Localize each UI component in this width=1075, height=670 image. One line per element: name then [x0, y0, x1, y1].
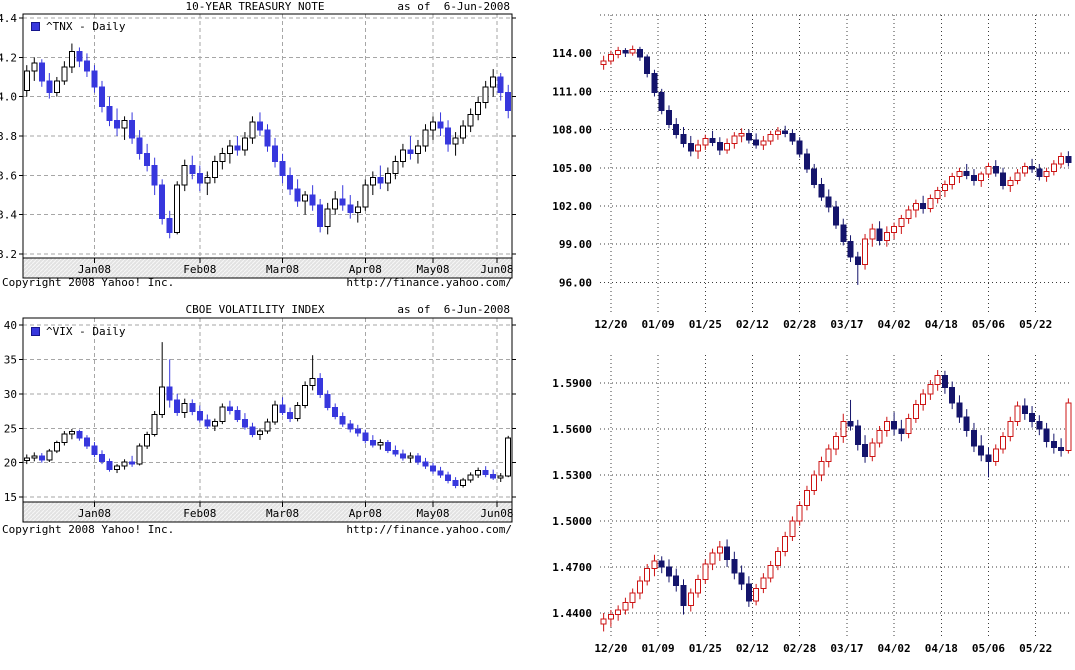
svg-text:96.00: 96.00 [559, 276, 592, 289]
source-url: http://finance.yahoo.com/ [212, 523, 512, 536]
svg-text:1.5300: 1.5300 [552, 469, 592, 482]
svg-text:12/20: 12/20 [594, 642, 627, 655]
svg-text:Apr08: Apr08 [349, 507, 382, 520]
legend-marker-icon [31, 22, 40, 31]
svg-text:12/20: 12/20 [594, 318, 627, 331]
svg-text:Jan08: Jan08 [78, 263, 111, 276]
svg-text:01/25: 01/25 [689, 318, 722, 331]
svg-text:40: 40 [4, 319, 17, 332]
svg-text:Jan08: Jan08 [78, 507, 111, 520]
svg-text:1.4700: 1.4700 [552, 561, 592, 574]
svg-text:35: 35 [4, 353, 17, 366]
svg-text:Mar08: Mar08 [266, 507, 299, 520]
source-url: http://finance.yahoo.com/ [212, 276, 512, 289]
svg-text:02/28: 02/28 [783, 318, 816, 331]
tnx-chart-panel: 4.4 4.2 4.0 3.8 3.6 3.4 3.2 Jan08 Feb08 Mar08 Apr0… [0, 0, 530, 300]
legend-label: ^TNX - Daily [46, 20, 125, 33]
svg-text:114.00: 114.00 [552, 47, 592, 60]
svg-text:25: 25 [4, 422, 17, 435]
svg-text:4.4: 4.4 [0, 12, 17, 25]
svg-text:Mar08: Mar08 [266, 263, 299, 276]
svg-text:01/25: 01/25 [689, 642, 722, 655]
svg-text:Feb08: Feb08 [183, 507, 216, 520]
svg-text:04/18: 04/18 [925, 318, 958, 331]
svg-text:3.4: 3.4 [0, 209, 17, 222]
svg-text:03/17: 03/17 [830, 318, 863, 331]
eurusd-candlestick-plot: 1.5900 1.5600 1.5300 1.5000 1.4700 1.4400 12/2… [530, 335, 1075, 670]
svg-text:04/02: 04/02 [878, 318, 911, 331]
svg-text:05/06: 05/06 [972, 318, 1005, 331]
svg-text:3.8: 3.8 [0, 130, 17, 143]
svg-text:02/12: 02/12 [736, 642, 769, 655]
svg-text:4.0: 4.0 [0, 91, 17, 104]
tnx-candlestick-plot: 4.4 4.2 4.0 3.8 3.6 3.4 3.2 Jan08 Feb08 Mar08 Apr0… [0, 0, 530, 300]
svg-text:02/28: 02/28 [783, 642, 816, 655]
svg-text:May08: May08 [416, 507, 449, 520]
svg-text:1.4400: 1.4400 [552, 607, 592, 620]
vix-candlestick-plot: 40 35 30 25 20 15 Jan08 Feb08 Mar08 Apr08 May08 Jun… [0, 302, 530, 542]
svg-text:99.00: 99.00 [559, 238, 592, 251]
legend-marker-icon [31, 327, 40, 336]
svg-text:108.00: 108.00 [552, 124, 592, 137]
copyright-text: Copyright 2008 Yahoo! Inc. [2, 523, 174, 536]
usdjpy-chart-panel: 114.00 111.00 108.00 105.00 102.00 99.00 96.00… [530, 0, 1075, 335]
svg-text:05/22: 05/22 [1019, 318, 1052, 331]
svg-text:15: 15 [4, 491, 17, 504]
svg-text:30: 30 [4, 388, 17, 401]
svg-text:05/06: 05/06 [972, 642, 1005, 655]
copyright-text: Copyright 2008 Yahoo! Inc. [2, 276, 174, 289]
svg-text:04/18: 04/18 [925, 642, 958, 655]
svg-text:111.00: 111.00 [552, 85, 592, 98]
svg-text:May08: May08 [416, 263, 449, 276]
eurusd-chart-panel: 1.5900 1.5600 1.5300 1.5000 1.4700 1.4400 12/2… [530, 335, 1075, 670]
vix-legend: ^VIX - Daily [31, 325, 125, 338]
svg-text:20: 20 [4, 457, 17, 470]
svg-text:01/09: 01/09 [642, 642, 675, 655]
tnx-legend: ^TNX - Daily [31, 20, 125, 33]
svg-text:05/22: 05/22 [1019, 642, 1052, 655]
svg-text:3.2: 3.2 [0, 248, 17, 261]
vix-chart-panel: 40 35 30 25 20 15 Jan08 Feb08 Mar08 Apr08 May08 Jun… [0, 302, 530, 552]
svg-text:Feb08: Feb08 [183, 263, 216, 276]
svg-text:03/17: 03/17 [830, 642, 863, 655]
svg-text:1.5600: 1.5600 [552, 423, 592, 436]
svg-text:Jun08: Jun08 [480, 263, 513, 276]
as-of-label: as of 6-Jun-2008 [308, 0, 510, 13]
svg-text:Jun08: Jun08 [480, 507, 513, 520]
quad-chart-dashboard: 4.4 4.2 4.0 3.8 3.6 3.4 3.2 Jan08 Feb08 Mar08 Apr0… [0, 0, 1075, 670]
svg-text:3.6: 3.6 [0, 169, 17, 182]
svg-text:02/12: 02/12 [736, 318, 769, 331]
svg-text:Apr08: Apr08 [349, 263, 382, 276]
svg-text:01/09: 01/09 [642, 318, 675, 331]
as-of-label: as of 6-Jun-2008 [308, 303, 510, 316]
svg-text:1.5000: 1.5000 [552, 515, 592, 528]
usdjpy-candlestick-plot: 114.00 111.00 108.00 105.00 102.00 99.00 96.00… [530, 0, 1075, 335]
legend-label: ^VIX - Daily [46, 325, 125, 338]
svg-text:04/02: 04/02 [878, 642, 911, 655]
svg-text:1.5900: 1.5900 [552, 377, 592, 390]
svg-text:4.2: 4.2 [0, 51, 17, 64]
svg-text:105.00: 105.00 [552, 162, 592, 175]
svg-text:102.00: 102.00 [552, 200, 592, 213]
